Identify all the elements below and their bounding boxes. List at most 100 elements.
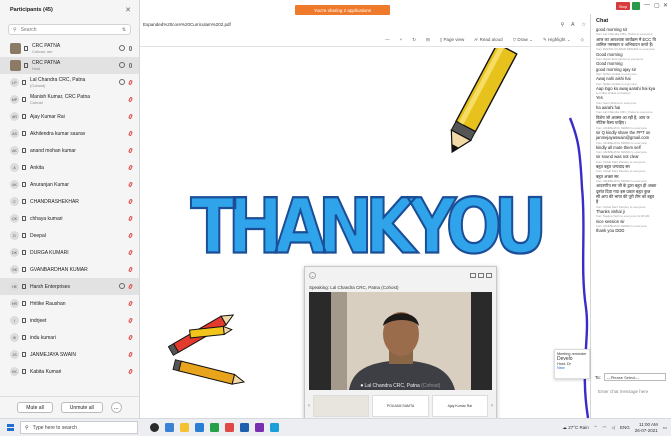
mic-muted-icon[interactable] [128,351,133,358]
notifications-icon[interactable]: ▭ [663,425,667,431]
draw-button[interactable]: ▽ Draw ⌄ [513,37,533,43]
edge-icon[interactable] [165,423,174,432]
mic-muted-icon[interactable] [128,113,133,120]
mic-muted-icon[interactable] [128,164,133,171]
participant-row[interactable]: HR Hritike Raushan [0,295,139,312]
store-icon[interactable] [270,423,279,432]
recipient-select[interactable]: ---Please Select--- [603,373,666,381]
mic-muted-icon[interactable] [129,63,132,68]
share-control-button[interactable] [632,2,640,10]
mic-muted-icon[interactable] [128,96,133,103]
fullscreen-icon[interactable] [478,272,484,278]
participant-row[interactable]: AK Anuranjan Kumar [0,176,139,193]
participant-row[interactable]: AK anand mohan kumar [0,142,139,159]
mic-muted-icon[interactable] [128,368,133,375]
participant-search-input[interactable]: ⚲ Search ⇅ [8,24,131,35]
task-view-icon[interactable] [150,423,159,432]
video-status-icon[interactable] [119,45,125,51]
mute-all-button[interactable]: Mute all [17,402,53,413]
meeting-reminder[interactable]: Meeting reminder Develo Host: Dr New [554,349,590,379]
stop-sharing-button[interactable]: Stop [616,2,630,10]
mic-muted-icon[interactable] [129,46,132,51]
webex-icon[interactable] [210,423,219,432]
speaker-video-window[interactable]: ⌄ Speaking: Lal Chandra CRC, Patna (Coho… [304,266,497,426]
close-icon[interactable]: ✕ [125,6,131,14]
participant-row[interactable]: AS Akhilendra kumar saurav [0,125,139,142]
mail-icon[interactable] [195,423,204,432]
video-status-icon[interactable] [119,283,125,289]
participant-row[interactable]: GK GVANBARDHAN KUMAR [0,261,139,278]
zoom-in-button[interactable]: + [400,37,403,42]
read-aloud-icon[interactable]: A [571,22,574,28]
participant-row[interactable]: MP Manish Kumar, CRC Patna Cohost [0,91,139,108]
video-thumbnail[interactable]: POUJAM SAMTA [372,395,429,417]
chevron-left-icon[interactable]: ‹ [308,403,310,409]
participant-row[interactable]: D Deepal [0,227,139,244]
more-options-button[interactable]: ... [110,402,122,413]
participant-row[interactable]: JS JANMEJAYA SWAIN [0,346,139,363]
favorites-icon[interactable]: ☆ [582,22,586,28]
mic-muted-icon[interactable] [128,317,133,324]
unmute-all-button[interactable]: Unmute all [60,402,103,413]
participant-row[interactable]: CRC PATNA Cohost, me [0,40,139,57]
mic-muted-icon[interactable] [128,266,133,273]
window-close-icon[interactable]: ✕ [663,2,668,9]
video-thumbnail[interactable] [313,395,370,417]
video-status-icon[interactable] [119,79,125,85]
chevron-down-icon[interactable]: ⌄ [309,271,316,279]
mic-muted-icon[interactable] [128,147,133,154]
participant-row[interactable]: KK Kabita Kumari [0,363,139,380]
volume-icon[interactable]: ◁ [611,425,614,431]
participant-row[interactable]: Iindrjeet [0,312,139,329]
participant-row[interactable]: HE Harsh Enterprises [0,278,139,295]
page-view-button[interactable]: ▯ Page view [440,37,465,43]
participant-row[interactable]: DK DURGA KUMARI [0,244,139,261]
maximize-icon[interactable]: ▢ [654,2,660,9]
participant-row[interactable]: A Ankita [0,159,139,176]
mic-muted-icon[interactable] [128,215,133,222]
video-thumbnail[interactable]: Ajay Kumar Rai [431,395,488,417]
zoom-out-button[interactable]: — [385,37,390,42]
mic-muted-icon[interactable] [128,300,133,307]
mic-muted-icon[interactable] [128,283,133,290]
mic-muted-icon[interactable] [128,232,133,239]
participant-row[interactable]: C CHANDRASHEKHAR [0,193,139,210]
erase-icon[interactable]: ◇ [581,37,584,43]
chevron-up-icon[interactable]: ⌃ [594,425,598,431]
word-icon[interactable] [240,423,249,432]
sort-icon[interactable]: ⇅ [122,27,126,33]
participant-row[interactable]: IK indu kumari [0,329,139,346]
mic-muted-icon[interactable] [128,181,133,188]
taskbar-search-input[interactable]: ⚲ Type here to search [20,421,138,434]
participant-row[interactable]: CK chhaya kumari [0,210,139,227]
rotate-icon[interactable]: ↻ [412,37,416,43]
fit-page-icon[interactable]: ⊟ [426,37,430,43]
mic-muted-icon[interactable] [128,334,133,341]
chevron-right-icon[interactable]: › [491,403,493,409]
mic-muted-icon[interactable] [128,130,133,137]
minimize-icon[interactable]: — [644,2,650,8]
start-button[interactable] [0,419,20,436]
language-indicator[interactable]: ENG [620,425,630,430]
office-icon[interactable] [225,423,234,432]
app-icon[interactable] [255,423,264,432]
participant-row[interactable]: AR Ajay Kumar Rai [0,108,139,125]
chat-input[interactable]: Enter chat message here [595,386,669,414]
mic-muted-icon[interactable] [128,249,133,256]
layout-icon[interactable] [470,272,476,278]
file-explorer-icon[interactable] [180,423,189,432]
highlight-button[interactable]: ✎ Highlight ⌄ [543,37,571,43]
mic-muted-icon[interactable] [128,79,133,86]
mic-muted-icon[interactable] [128,198,133,205]
weather-icon[interactable]: ☁ 27°C Rain [562,425,588,431]
search-icon[interactable]: ⚲ [561,22,565,28]
pdf-tab[interactable]: Expanded%20core%20Curriculam%202.pdf ⚲ A… [140,18,590,31]
read-aloud-button[interactable]: A⁾ Read aloud [474,37,502,43]
participant-row[interactable]: LP Lal Chandra CRC, Patna (Cohost) [0,74,139,91]
sharing-banner[interactable]: You're sharing 2 applications [295,5,390,15]
video-status-icon[interactable] [119,62,125,68]
participant-row[interactable]: CRC PATNA Host [0,57,139,74]
popout-icon[interactable] [486,272,492,278]
clock[interactable]: 11:00 AM 26-07-2021 [635,422,658,433]
network-icon[interactable]: ◠ [603,425,607,431]
